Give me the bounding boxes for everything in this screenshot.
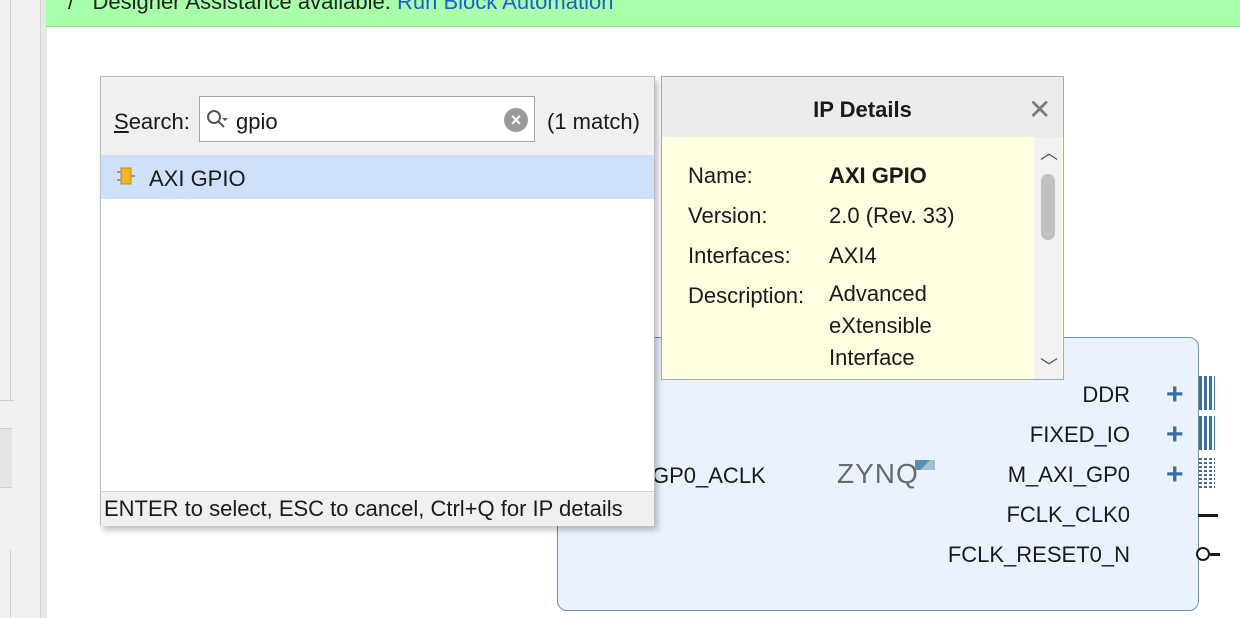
port-fixed-io[interactable]: FIXED_IO [1030, 422, 1130, 448]
search-label: Search: [114, 109, 190, 134]
result-label: AXI GPIO [149, 166, 246, 191]
search-footer: ENTER to select, ESC to cancel, Ctrl+Q f… [101, 491, 654, 526]
left-panel-gutter [0, 0, 40, 618]
panel-splitter[interactable] [40, 0, 47, 618]
expand-plus-icon[interactable]: + [1166, 380, 1184, 410]
description-line: Advanced [829, 281, 927, 306]
zynq-logo-text: ZYNQ [837, 458, 919, 489]
close-icon[interactable]: ✕ [1028, 93, 1051, 126]
clear-search-icon[interactable]: × [504, 108, 528, 132]
search-input[interactable]: gpio × [199, 96, 535, 142]
vertical-scrollbar[interactable]: ︿ ﹀ [1034, 137, 1062, 379]
ip-core-icon [117, 167, 135, 185]
gutter-tab[interactable] [0, 428, 12, 488]
gutter-border [0, 400, 14, 401]
expand-plus-icon[interactable]: + [1166, 460, 1184, 490]
zynq-logo-mark-icon [915, 460, 935, 470]
name-value: AXI GPIO [829, 163, 927, 188]
wire-pin-icon [1210, 553, 1220, 556]
inverted-pin-icon[interactable] [1196, 547, 1210, 561]
port-fclk-reset0-n[interactable]: FCLK_RESET0_N [948, 542, 1130, 568]
description-line: Interface [829, 345, 915, 370]
pencil-icon: / [68, 0, 75, 14]
scroll-up-icon[interactable]: ︿ [1040, 139, 1058, 165]
footer-hint: ENTER to select, ESC to cancel, Ctrl+Q f… [104, 496, 623, 521]
scrollbar-thumb[interactable] [1041, 174, 1055, 240]
search-value: gpio [236, 109, 278, 134]
bus-interface-icon[interactable] [1199, 376, 1215, 410]
match-count: (1 match) [547, 109, 640, 134]
interfaces-value: AXI4 [829, 243, 877, 268]
list-item[interactable]: AXI GPIO [101, 155, 654, 199]
search-icon [207, 110, 228, 128]
zynq-logo: ZYNQ [837, 458, 919, 490]
run-block-automation-link[interactable]: Run Block Automation [397, 0, 613, 14]
scroll-down-icon[interactable]: ﹀ [1040, 353, 1058, 379]
wire-pin-icon[interactable] [1198, 514, 1218, 517]
ip-details-header: IP Details ✕ [662, 77, 1063, 137]
version-key: Version: [688, 203, 768, 228]
version-value: 2.0 (Rev. 33) [829, 203, 955, 228]
interfaces-key: Interfaces: [688, 243, 791, 268]
banner-text: Designer Assistance available. [92, 0, 391, 14]
port-ddr[interactable]: DDR [1082, 382, 1130, 408]
gutter-border [10, 0, 11, 400]
description-key: Description: [688, 283, 805, 308]
gutter-border [10, 550, 11, 618]
banner-message: / Designer Assistance available. Run Blo… [68, 0, 613, 15]
ip-details-title: IP Details [813, 97, 912, 122]
port-gp0-aclk[interactable]: GP0_ACLK [652, 463, 766, 489]
name-key: Name: [688, 163, 753, 188]
designer-assistance-banner: / Designer Assistance available. Run Blo… [46, 0, 1240, 27]
ip-details-panel: IP Details ✕ Name: AXI GPIO Version: 2.0… [661, 76, 1064, 380]
bus-interface-icon[interactable] [1199, 456, 1215, 490]
port-fclk-clk0[interactable]: FCLK_CLK0 [1006, 502, 1130, 528]
bus-interface-icon[interactable] [1199, 416, 1215, 450]
search-header: Search: gpio × (1 match) [101, 77, 654, 155]
description-line: eXtensible [829, 313, 932, 338]
expand-plus-icon[interactable]: + [1166, 420, 1184, 450]
add-ip-search-popup: Search: gpio × (1 match) AXI GPIO ENTER … [100, 76, 655, 526]
port-m-axi-gp0[interactable]: M_AXI_GP0 [1008, 462, 1130, 488]
